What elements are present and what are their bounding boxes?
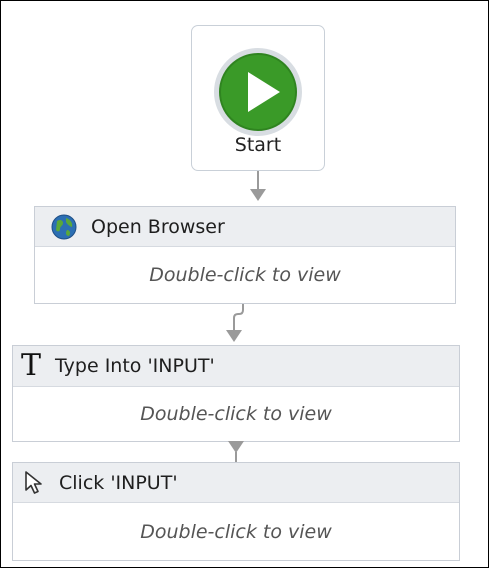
activity-header: Open Browser xyxy=(35,207,455,247)
activity-click[interactable]: Click 'INPUT' Double-click to view xyxy=(12,462,460,561)
text-T-icon: T xyxy=(21,348,42,383)
activity-title: Click 'INPUT' xyxy=(59,471,178,494)
start-label: Start xyxy=(234,134,282,156)
activity-title: Open Browser xyxy=(91,215,225,238)
start-node[interactable]: Start xyxy=(191,25,325,171)
connector-arrow xyxy=(226,304,244,342)
globe-icon xyxy=(51,214,77,239)
activity-title: Type Into 'INPUT' xyxy=(55,355,215,377)
connector-arrow xyxy=(250,171,266,201)
play-icon xyxy=(214,48,302,136)
activity-header: T Type Into 'INPUT' xyxy=(13,346,459,387)
activity-open-browser[interactable]: Open Browser Double-click to view xyxy=(34,206,456,304)
activity-type-into[interactable]: T Type Into 'INPUT' Double-click to view xyxy=(12,345,460,442)
activity-hint: Double-click to view xyxy=(149,264,341,286)
cursor-arrow-icon xyxy=(25,470,42,494)
activity-hint: Double-click to view xyxy=(140,520,332,543)
activity-header: Click 'INPUT' xyxy=(13,463,459,503)
connector-arrow xyxy=(228,441,244,463)
activity-hint: Double-click to view xyxy=(140,403,332,425)
workflow-designer-canvas: Start Open Browser Double-click to view … xyxy=(0,0,489,568)
